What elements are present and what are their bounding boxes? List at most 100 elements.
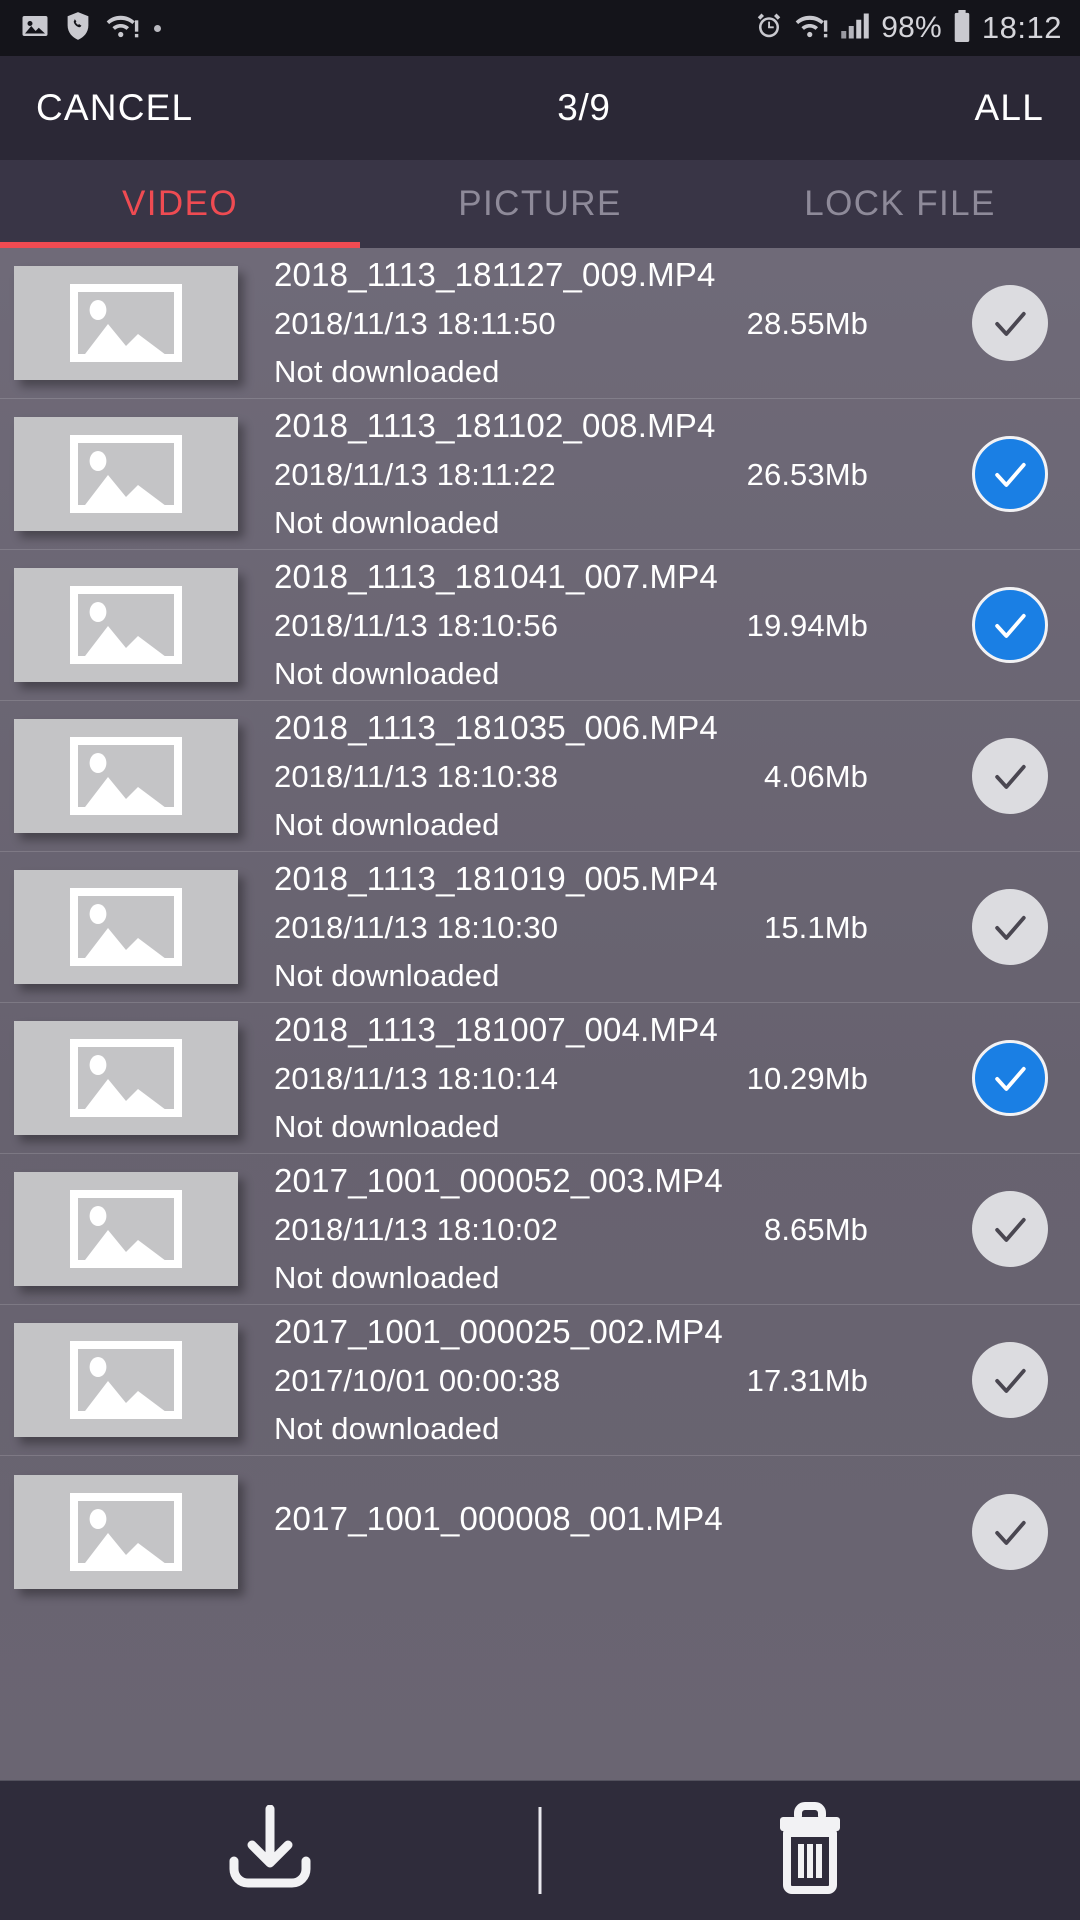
file-name-label: 2018_1113_181019_005.MP4 [274,859,718,897]
call-shield-icon [64,11,92,46]
file-select-checkbox[interactable] [972,889,1048,965]
file-name-label: 2018_1113_181041_007.MP4 [274,557,718,595]
cancel-button[interactable]: CANCEL [36,87,193,129]
dot-icon [154,24,161,32]
select-all-button[interactable]: ALL [975,87,1044,129]
file-name-label: 2017_1001_000052_003.MP4 [274,1161,723,1199]
image-icon [20,11,50,46]
table-row[interactable]: 2018_1113_181035_006.MP4 2018/11/13 18:10… [0,701,1080,852]
file-info: 2018_1113_181035_006.MP4 2018/11/13 18:10… [238,709,954,844]
status-bar-right-icons: 98% 18:12 [743,9,1062,47]
file-select-checkbox[interactable] [972,587,1048,663]
file-info: 2018_1113_181041_007.MP4 2018/11/13 18:10… [238,558,954,693]
file-select-checkbox[interactable] [972,1493,1048,1570]
file-status-label: Not downloaded [274,505,500,541]
file-select-checkbox[interactable] [972,436,1048,512]
tab-picture[interactable]: PICTURE [360,160,720,248]
file-name-label: 2017_1001_000025_002.MP4 [274,1312,723,1350]
signal-bars-icon [840,12,870,45]
tab-video[interactable]: VIDEO [0,160,360,248]
file-status-label: Not downloaded [274,1411,500,1447]
file-thumbnail [14,266,238,380]
status-bar-left-icons [20,11,175,46]
file-size-label: 19.94Mb [746,608,868,644]
file-size-label: 10.29Mb [746,1061,868,1097]
header-bar: CANCEL 3/9 ALL [0,56,1080,160]
file-thumbnail [14,870,238,984]
file-info: 2018_1113_181102_008.MP4 2018/11/13 18:11… [238,407,954,542]
tab-lock-file[interactable]: LOCK FILE [720,160,1080,248]
file-status-label: Not downloaded [274,656,500,692]
download-button[interactable] [0,1804,540,1896]
file-select-checkbox[interactable] [972,1342,1048,1418]
file-thumbnail [14,719,238,833]
file-thumbnail [14,1021,238,1135]
file-meta-row: 2018/11/13 18:10:38 4.06Mb [274,759,954,795]
file-meta-row: 2018/11/13 18:11:22 26.53Mb [274,457,954,493]
download-icon [224,1804,316,1896]
file-date-label: 2018/11/13 18:11:50 [274,306,556,342]
file-thumbnail [14,568,238,682]
file-date-label: 2018/11/13 18:11:22 [274,457,556,493]
file-status-label: Not downloaded [274,354,500,390]
tab-bar: VIDEO PICTURE LOCK FILE [0,160,1080,248]
table-row[interactable]: 2018_1113_181007_004.MP4 2018/11/13 18:10… [0,1003,1080,1154]
file-date-label: 2018/11/13 18:10:56 [274,608,559,644]
table-row[interactable]: 2018_1113_181041_007.MP4 2018/11/13 18:10… [0,550,1080,701]
file-select-checkbox[interactable] [972,738,1048,814]
file-size-label: 4.06Mb [764,759,868,795]
file-thumbnail [14,1172,238,1286]
file-meta-row: 2018/11/13 18:10:56 19.94Mb [274,608,954,644]
status-bar: 98% 18:12 [0,0,1080,56]
file-manager-screen: 98% 18:12 CANCEL 3/9 ALL VIDEO PICTURE L… [0,0,1080,1920]
file-info: 2017_1001_000008_001.MP4 [238,1500,954,1563]
file-meta-row: 2017/10/01 00:00:38 17.31Mb [274,1363,954,1399]
file-thumbnail [14,1474,238,1589]
bottom-toolbar [0,1780,1080,1920]
file-select-checkbox[interactable] [972,1191,1048,1267]
file-select-checkbox[interactable] [972,285,1048,361]
file-info: 2018_1113_181127_009.MP4 2018/11/13 18:11… [238,256,954,391]
file-thumbnail [14,417,238,531]
file-info: 2017_1001_000025_002.MP4 2017/10/01 00:00… [238,1313,954,1448]
file-size-label: 8.65Mb [764,1212,868,1248]
file-date-label: 2018/11/13 18:10:02 [274,1212,559,1248]
file-name-label: 2018_1113_181102_008.MP4 [274,406,716,444]
table-row[interactable]: 2017_1001_000052_003.MP4 2018/11/13 18:10… [0,1154,1080,1305]
file-date-label: 2018/11/13 18:10:14 [274,1061,559,1097]
file-list[interactable]: 2018_1113_181127_009.MP4 2018/11/13 18:11… [0,248,1080,1780]
file-name-label: 2018_1113_181007_004.MP4 [274,1010,718,1048]
file-status-label: Not downloaded [274,1109,500,1145]
table-row[interactable]: 2018_1113_181102_008.MP4 2018/11/13 18:11… [0,399,1080,550]
file-meta-row: 2018/11/13 18:10:14 10.29Mb [274,1061,954,1097]
clock-label: 18:12 [981,10,1062,45]
file-name-label: 2017_1001_000008_001.MP4 [274,1500,723,1538]
file-info: 2018_1113_181007_004.MP4 2018/11/13 18:10… [238,1011,954,1146]
file-name-label: 2018_1113_181127_009.MP4 [274,255,716,293]
battery-icon [953,9,971,47]
toolbar-divider [538,1807,542,1894]
file-select-checkbox[interactable] [972,1040,1048,1116]
wifi-alert-icon [795,12,829,45]
file-meta-row: 2018/11/13 18:10:02 8.65Mb [274,1212,954,1248]
table-row[interactable]: 2017_1001_000008_001.MP4 [0,1456,1080,1607]
file-date-label: 2017/10/01 00:00:38 [274,1363,561,1399]
alarm-icon [754,11,784,46]
file-thumbnail [14,1323,238,1437]
battery-percent-label: 98% [881,11,942,44]
file-size-label: 28.55Mb [746,306,868,342]
file-meta-row: 2018/11/13 18:10:30 15.1Mb [274,910,954,946]
file-status-label: Not downloaded [274,958,500,994]
file-size-label: 15.1Mb [764,910,868,946]
table-row[interactable]: 2018_1113_181127_009.MP4 2018/11/13 18:11… [0,248,1080,399]
file-size-label: 17.31Mb [746,1363,868,1399]
table-row[interactable]: 2017_1001_000025_002.MP4 2017/10/01 00:00… [0,1305,1080,1456]
trash-icon [768,1802,852,1899]
file-info: 2018_1113_181019_005.MP4 2018/11/13 18:10… [238,860,954,995]
table-row[interactable]: 2018_1113_181019_005.MP4 2018/11/13 18:10… [0,852,1080,1003]
delete-button[interactable] [540,1802,1080,1899]
file-size-label: 26.53Mb [746,457,868,493]
file-info: 2017_1001_000052_003.MP4 2018/11/13 18:10… [238,1162,954,1297]
wifi-alert-icon [106,12,140,45]
selection-count-label: 3/9 [557,87,611,128]
